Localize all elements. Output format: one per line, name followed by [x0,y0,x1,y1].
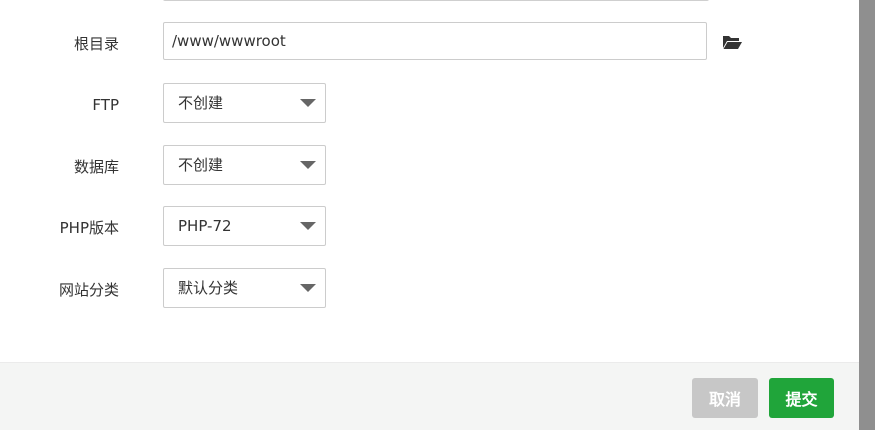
caret-down-icon [300,161,316,169]
caret-down-icon [300,284,316,292]
php-version-label: PHP版本 [59,219,119,237]
site-category-label: 网站分类 [58,281,119,299]
ftp-select-value: 不创建 [178,94,224,112]
database-select-value: 不创建 [178,156,224,174]
caret-down-icon [300,99,316,107]
site-category-select-value: 默认分类 [178,279,239,297]
root-dir-label: 根目录 [73,35,119,53]
ftp-label: FTP [92,96,119,114]
cancel-button[interactable]: 取消 [692,378,758,418]
folder-open-icon[interactable] [722,33,742,51]
database-label: 数据库 [73,158,119,176]
php-version-select-value: PHP-72 [178,217,232,235]
caret-down-icon [300,222,316,230]
ftp-select[interactable]: 不创建 [163,83,326,123]
root-dir-input[interactable] [163,22,707,60]
site-category-select[interactable]: 默认分类 [163,268,326,308]
database-select[interactable]: 不创建 [163,145,326,185]
dialog-footer: 取消 提交 [0,362,859,430]
page-scrollbar[interactable] [859,0,875,430]
previous-field-edge [163,0,709,1]
add-site-dialog: 根目录 FTP 不创建 数据库 不创建 PHP版本 PHP-72 网站分类 默认… [0,0,859,430]
php-version-select[interactable]: PHP-72 [163,206,326,246]
submit-button[interactable]: 提交 [769,378,834,418]
